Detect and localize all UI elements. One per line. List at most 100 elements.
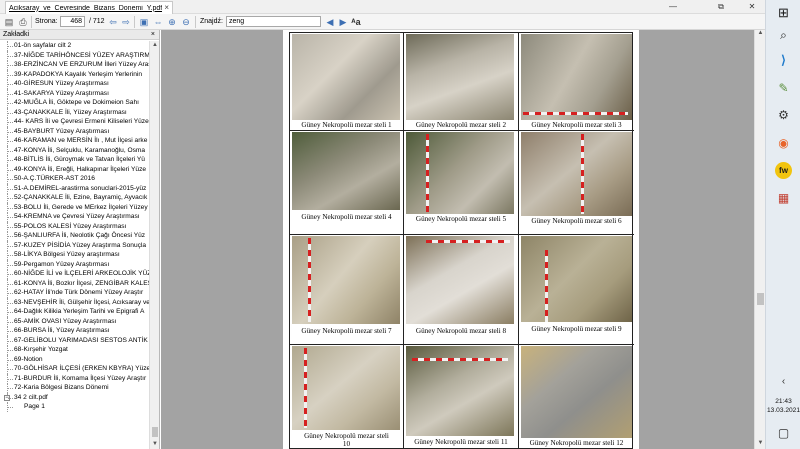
bookmark-item[interactable]: 48-BİTLİS İli, Güroymak ve Tatvan İlçele…: [0, 155, 150, 165]
bookmark-item[interactable]: 50-A.Ç.TÜRKER-AST 2016: [0, 174, 150, 184]
fit-page-icon[interactable]: ▣: [139, 17, 149, 27]
stele-photo-9: [521, 236, 632, 322]
scale-pole: [426, 134, 429, 212]
pdf-reader-icon[interactable]: ▦: [775, 190, 792, 207]
bookmark-item[interactable]: 45-BAYBURT Yüzey Araştırması: [0, 126, 150, 136]
bookmark-item[interactable]: 64-Dağlık Kilikia Yerleşim Tarihi ve Epi…: [0, 307, 150, 317]
bookmark-folder[interactable]: −34 2 cilt.pdf: [0, 392, 150, 402]
document-view[interactable]: Güney Nekropolü mezar steli 1 Güney Nekr…: [161, 30, 754, 449]
document-tab[interactable]: Aciksaray_ve_Cevresinde_Bizans_Donemi_Y.…: [5, 1, 173, 14]
bookmark-item[interactable]: 51-A.DEMİREL-arastirma sonuclari-2015-yü…: [0, 183, 150, 193]
bookmark-item[interactable]: 62-HATAY İli'nde Türk Dönemi Yüzey Araşt…: [0, 288, 150, 298]
sidebar-close-icon[interactable]: ×: [151, 30, 155, 40]
bookmark-label: 61-KONYA İli, Bozkır İlçesi, ZENGİBAR KA…: [14, 279, 150, 287]
previous-page-icon[interactable]: ⇦: [108, 17, 118, 27]
bookmark-item[interactable]: 71-BURDUR İli, Komama İlçesi Yüzey Araşt…: [0, 373, 150, 383]
notifications-icon[interactable]: ▢: [775, 425, 792, 442]
close-window-button[interactable]: ✕: [740, 0, 764, 14]
caption-1: Güney Nekropolü mezar steli 1: [301, 121, 392, 129]
print-icon[interactable]: ⎙: [18, 17, 28, 27]
scroll-down-icon[interactable]: ▼: [151, 440, 159, 448]
windows-start-icon[interactable]: ⊞: [775, 4, 792, 21]
bookmark-item[interactable]: 69-Notion: [0, 354, 150, 364]
bookmark-item[interactable]: 40-GİRESUN Yüzey Araştırması: [0, 79, 150, 89]
bookmark-item[interactable]: 43-ÇANAKKALE İli, Yüzey Araştırması: [0, 107, 150, 117]
bookmark-label: 48-BİTLİS İli, Güroymak ve Tatvan İlçele…: [14, 156, 145, 163]
paint-icon[interactable]: ✎: [775, 80, 792, 97]
bookmark-item[interactable]: 42-MUĞLA İli, Göktepe ve Dokimeion Sahı: [0, 98, 150, 108]
clock-time[interactable]: 21:43: [766, 398, 800, 406]
toolbar-divider: [31, 16, 32, 28]
bookmark-item[interactable]: 49-KONYA İli, Ereğli, Halkapınar İlçeler…: [0, 164, 150, 174]
bookmark-item[interactable]: 54-KREMNA ve Çevresi Yüzey Araştırması: [0, 212, 150, 222]
page-total: / 712: [89, 18, 105, 25]
bookmark-item[interactable]: 61-KONYA İli, Bozkır İlçesi, ZENGİBAR KA…: [0, 278, 150, 288]
minimize-button[interactable]: —: [661, 0, 685, 14]
bookmark-item[interactable]: 66-BURSA İli, Yüzey Araştırması: [0, 326, 150, 336]
bookmark-label: 69-Notion: [14, 355, 43, 363]
bookmark-item[interactable]: 01-ön sayfalar cilt 2: [0, 41, 150, 51]
bookmark-item[interactable]: 47-KONYA İli, Selçuklu, Karamanoğlu, Osm…: [0, 145, 150, 155]
bookmark-item[interactable]: 67-GELİBOLU YARIMADASI SESTOS ANTİK K: [0, 335, 150, 345]
scroll-up-icon[interactable]: ▲: [151, 41, 159, 49]
sidebar-scroll-thumb[interactable]: [152, 427, 158, 437]
doc-scroll-up-icon[interactable]: ▲: [757, 30, 764, 36]
open-file-icon[interactable]: ▤: [4, 17, 14, 27]
bookmark-list: 01-ön sayfalar cilt 2 37-NİĞDE TARİHÖNCES…: [0, 41, 150, 449]
bookmark-item[interactable]: 52-ÇANAKKALE İli, Ezine, Bayramiç, Ayvac…: [0, 193, 150, 203]
bookmark-item[interactable]: 55-POLOS KALESİ Yüzey Araştırması: [0, 221, 150, 231]
bookmark-item[interactable]: 46-KARAMAN ve MERSİN İlı , Mut İlçesi ar…: [0, 136, 150, 146]
bookmark-item[interactable]: 41-SAKARYA Yüzey Araştırması: [0, 88, 150, 98]
zoom-in-icon[interactable]: ⊕: [167, 17, 177, 27]
bookmark-item[interactable]: 44- KARS İli ve Çevresi Ermeni Kiliseler…: [0, 117, 150, 127]
bookmark-label: 41-SAKARYA Yüzey Araştırması: [14, 89, 109, 97]
bookmark-item[interactable]: 65-AMİK OVASI Yüzey Araştırması: [0, 316, 150, 326]
document-scrollbar[interactable]: ▲ ▼: [754, 30, 765, 449]
bookmark-item[interactable]: 57-KUZEY PİSİDİA Yüzey Araştırma Sonuçla: [0, 240, 150, 250]
bookmark-item[interactable]: 70-GÖLHİSAR İLÇESİ (ERKEN KBYRA) Yüzey: [0, 364, 150, 374]
bookmark-item[interactable]: 63-NEVŞEHİR İli, Gülşehir İlçesi, Acıksa…: [0, 297, 150, 307]
find-next-icon[interactable]: ▶: [338, 17, 348, 27]
bookmark-item[interactable]: 59-Pergamon Yüzey Araştırması: [0, 259, 150, 269]
bookmark-item[interactable]: 72-Karia Bölgesi Bizans Dönemi: [0, 383, 150, 393]
bookmark-label: 44- KARS İli ve Çevresi Ermeni Kiliseler…: [14, 118, 149, 125]
stele-photo-2: [406, 34, 514, 120]
bookmark-item[interactable]: Page 1: [0, 402, 150, 412]
find-previous-icon[interactable]: ◀: [325, 17, 335, 27]
restore-button[interactable]: ⧉: [709, 0, 733, 14]
chevron-left-icon[interactable]: ‹: [775, 373, 792, 390]
bookmark-item[interactable]: 38-ERZİNCAN VE ERZURUM İlleri Yüzey Araş: [0, 60, 150, 70]
doc-scroll-down-icon[interactable]: ▼: [757, 440, 764, 446]
bookmark-label: 47-KONYA İli, Selçuklu, Karamanoğlu, Osm…: [14, 146, 146, 154]
settings-gear-icon[interactable]: ⚙: [775, 107, 792, 124]
doc-scroll-thumb[interactable]: [757, 293, 764, 305]
bookmark-label: 64-Dağlık Kilikia Yerleşim Tarihi ve Epi…: [14, 308, 145, 315]
app-icon-yellow[interactable]: fw: [775, 162, 792, 179]
search-icon[interactable]: ⌕: [775, 27, 792, 44]
clock-date[interactable]: 13.03.2021: [766, 407, 800, 415]
next-page-icon[interactable]: ⇨: [121, 17, 131, 27]
zoom-out-icon[interactable]: ⊖: [181, 17, 191, 27]
vscode-icon[interactable]: ⟩: [775, 52, 792, 69]
match-case-icon[interactable]: ᴬa: [351, 17, 361, 27]
sidebar-scrollbar[interactable]: ▲ ▼: [149, 41, 159, 449]
bookmark-item[interactable]: 68-Kırşehir Yozgat: [0, 345, 150, 355]
bookmark-item[interactable]: 39-KAPADOKYA Kayalık Yerleşim Yerlerinin: [0, 69, 150, 79]
bookmark-item[interactable]: 37-NİĞDE TARİHÖNCESİ YÜZEY ARAŞTIRMA: [0, 50, 150, 60]
bookmark-label: 39-KAPADOKYA Kayalık Yerleşim Yerlerinin: [14, 70, 143, 78]
bookmark-label: 34 2 cilt.pdf: [14, 393, 48, 401]
tab-close-icon[interactable]: ×: [164, 3, 169, 12]
scale-pole: [308, 238, 311, 322]
bookmark-label: 37-NİĞDE TARİHÖNCESİ YÜZEY ARAŞTIRMA: [14, 51, 150, 59]
find-input[interactable]: zeng: [226, 16, 321, 27]
bookmark-label: 46-KARAMAN ve MERSİN İlı , Mut İlçesi ar…: [14, 137, 148, 144]
bookmark-item[interactable]: 56-ŞANLIURFA İli, Neolotik Çağı Öncesi Y…: [0, 231, 150, 241]
bookmark-item[interactable]: 58-LİKYA Bölgesi Yüzey araştırması: [0, 250, 150, 260]
page-number-input[interactable]: 468: [60, 16, 85, 27]
fit-width-icon[interactable]: ⇔: [153, 17, 163, 27]
caption-2: Güney Nekropolü mezar steli 2: [415, 121, 507, 129]
firefox-icon[interactable]: ◉: [775, 135, 792, 152]
collapse-icon[interactable]: −: [4, 394, 10, 401]
bookmark-item[interactable]: 60-NİĞDE İLİ ve İLÇELERİ ARKEOLOJİK YÜZE: [0, 269, 150, 279]
bookmark-item[interactable]: 53-BOLU İli, Gerede ve MErkez İlçeleri Y…: [0, 202, 150, 212]
